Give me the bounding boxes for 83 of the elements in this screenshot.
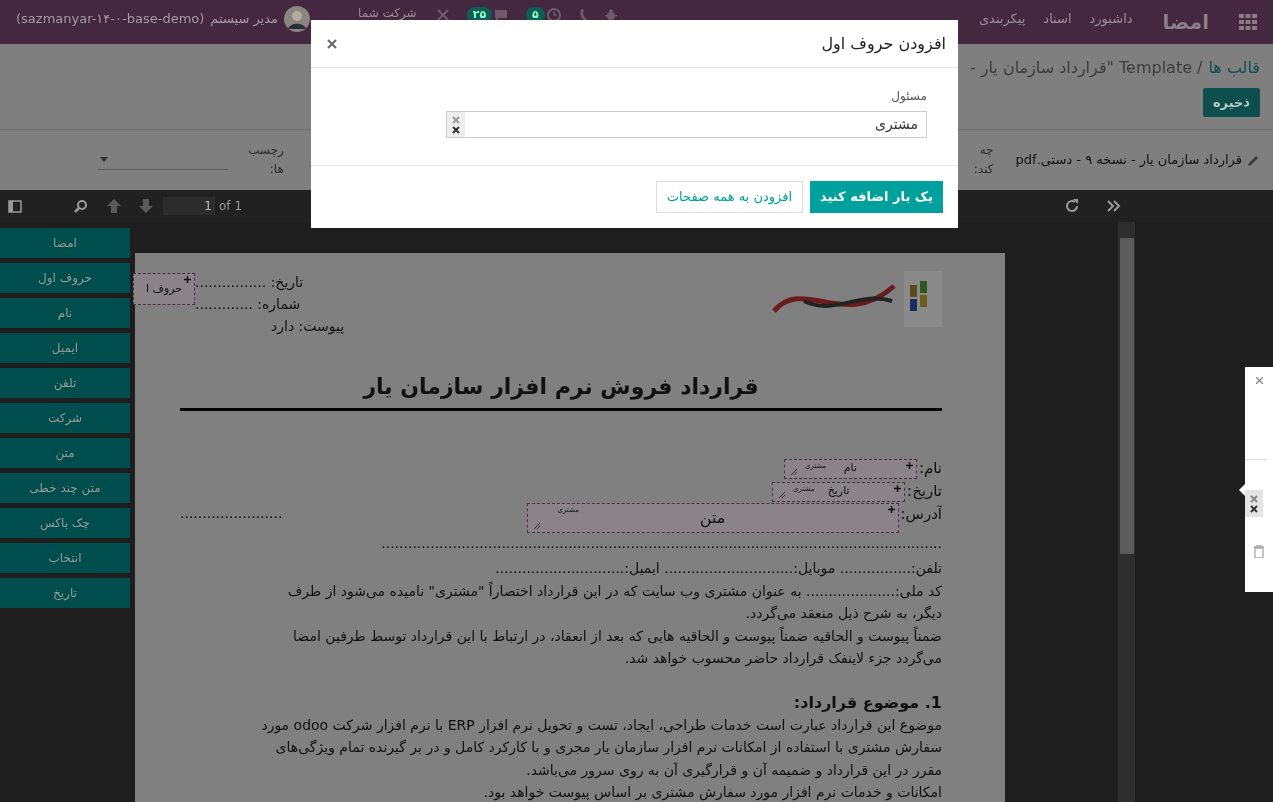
scrollbar-thumb[interactable]	[1119, 238, 1134, 554]
close-icon[interactable]	[327, 38, 337, 49]
move-icon[interactable]	[887, 506, 895, 513]
bug-icon[interactable]	[604, 9, 617, 21]
user-name[interactable]: مدیر سیستم	[210, 9, 279, 29]
dotted-line: .......................	[180, 504, 283, 523]
apps-grid-icon[interactable]	[1239, 14, 1257, 30]
paragraph-line: دیگر، به شرح ذیل منعقد می‌گردد.	[744, 604, 942, 624]
field-name: متن	[699, 507, 726, 530]
section-heading: 1. موضوع قرارداد:	[792, 691, 942, 714]
menu-item[interactable]: اسناد	[1043, 0, 1072, 29]
chat-icon[interactable]	[494, 8, 509, 22]
field-name: تاریخ	[827, 483, 850, 500]
placed-signature-field[interactable]: حروف ا	[133, 273, 195, 305]
page-number-field[interactable]: 1	[163, 197, 215, 215]
resize-handle-icon[interactable]	[533, 523, 540, 529]
attachment-link[interactable]: قرارداد سازمان یار - نسخه ۹ - دستی.pdf	[1015, 150, 1242, 170]
form-label: نام:	[918, 458, 942, 480]
database-name: (sazmanyar-۱۴-۰-base-demo)	[16, 10, 205, 29]
tools-icon[interactable]	[436, 9, 449, 21]
breadcrumb-link[interactable]: قالب ها	[1208, 56, 1260, 80]
add-once-button[interactable]: یک بار اضافه کنید	[810, 181, 943, 213]
signature-field-item[interactable]: متن چند خطی	[0, 473, 130, 503]
paragraph-line: کد ملی:.................... به عنوان مشتری وب سایت که در این قرارداد اختصاراً "مشتری" نامیده می‌شود از طرف	[286, 580, 942, 602]
search-icon[interactable]	[74, 199, 87, 213]
move-icon[interactable]	[894, 484, 902, 492]
signature-field-item[interactable]: تاریخ	[0, 578, 130, 608]
caret-icon	[100, 157, 109, 162]
double-chevron-icon[interactable]	[1107, 200, 1121, 212]
field-label: کند:	[973, 161, 994, 178]
phone-icon[interactable]	[578, 9, 587, 21]
signature-field-item[interactable]: نام	[0, 298, 130, 328]
menu-item[interactable]: پیکربندی	[978, 0, 1026, 29]
company-switcher[interactable]: شرکت شما	[358, 0, 417, 22]
document-title: قرارداد فروش نرم افزار سازمان یار	[361, 373, 760, 402]
dialog-title: افزودن حروف اول	[821, 32, 946, 56]
clock-icon[interactable]	[546, 8, 561, 22]
signature-field-item[interactable]: تلفن	[0, 368, 130, 398]
field-name: حروف ا	[145, 280, 183, 297]
signature-field-item[interactable]: متن	[0, 438, 130, 468]
app-brand[interactable]: امضا	[1162, 7, 1209, 37]
form-label: آدرس:	[900, 504, 942, 525]
save-button[interactable]: ذخیره	[1202, 88, 1260, 117]
sidebar-toggle-icon[interactable]	[8, 199, 22, 213]
responsible-field[interactable]: مشتری	[446, 111, 927, 138]
close-icon[interactable]	[1250, 504, 1258, 513]
signature-field-item[interactable]: چک باکس	[0, 508, 130, 538]
breadcrumb-current: / Template "قرارداد سازمان یار -	[969, 57, 1203, 80]
paragraph-line: می‌گردد جزء لاینفک قرارداد حاضر محسوب خواهد شد.	[623, 649, 942, 669]
paragraph-line: مقرر در این قرارداد و ضمیمه آن و قرارگیری آن به روی سرور می‌باشد.	[525, 760, 942, 781]
avatar-icon[interactable]	[284, 6, 311, 32]
reload-icon[interactable]	[1065, 199, 1079, 213]
signature-field-item[interactable]: انتخاب	[0, 543, 130, 573]
pencil-icon[interactable]	[1248, 154, 1259, 166]
signature-field-item[interactable]: ایمیل	[0, 333, 130, 363]
tag-remove-control[interactable]	[1245, 490, 1263, 517]
move-icon[interactable]	[905, 461, 913, 469]
resize-handle-icon[interactable]	[779, 491, 786, 498]
add-all-pages-button[interactable]: افزودن به همه صفحات	[655, 181, 803, 213]
signature-field-item[interactable]: شرکت	[0, 403, 130, 433]
clear-control[interactable]	[447, 112, 465, 137]
field-name: نام	[843, 460, 858, 477]
paragraph-line: ضمناً پیوست و الحاقیه ضمناً پیوست و الحاقیه هایی که بعد از انعقاد، در ارتباط با این قرارداد توسط طرفین امضا	[292, 625, 942, 647]
paragraph-line: امکانات و خدمات نرم افزار مورد سفارش مشتری بر اساس پیوست خواهد بود.	[482, 783, 942, 802]
field-label: رچسب	[248, 142, 284, 159]
page-count: of 1	[219, 198, 242, 215]
menu-item[interactable]: داشبورد	[1089, 0, 1133, 29]
resize-handle-icon[interactable]	[790, 468, 797, 475]
header-line: تاریخ: ................	[195, 273, 304, 293]
field-label: مسئول	[891, 88, 927, 105]
close-icon[interactable]	[452, 125, 460, 134]
paragraph-line: تلفن:................ موبایل:............................. ایمیل:.............................	[494, 559, 942, 579]
paragraph-line: سفارش مشتری با استفاده از امکانات نرم افزار سازمان یار مجری و با کارکرد کامل و در بر گیرنده تمام ویژگی‌های	[274, 738, 942, 758]
header-line: پیوست: دارد	[271, 317, 345, 337]
field-label: ها:	[268, 161, 284, 178]
paragraph-line: موضوع این قرارداد عبارت است خدمات طراحی، ایجاد، تست و تحویل نرم افزار ERP با نرم افزار شرکت odoo مورد	[260, 715, 942, 736]
form-label: تاریخ:	[907, 481, 942, 503]
signature-field-item[interactable]: حروف اول	[0, 263, 130, 293]
move-icon[interactable]	[184, 276, 191, 283]
header-line: شماره: .............	[195, 295, 301, 315]
dotted-line: ..............................................................................................................................	[380, 535, 942, 551]
signature-field-item[interactable]: امضا	[0, 228, 130, 258]
field-label: چه	[978, 142, 994, 159]
